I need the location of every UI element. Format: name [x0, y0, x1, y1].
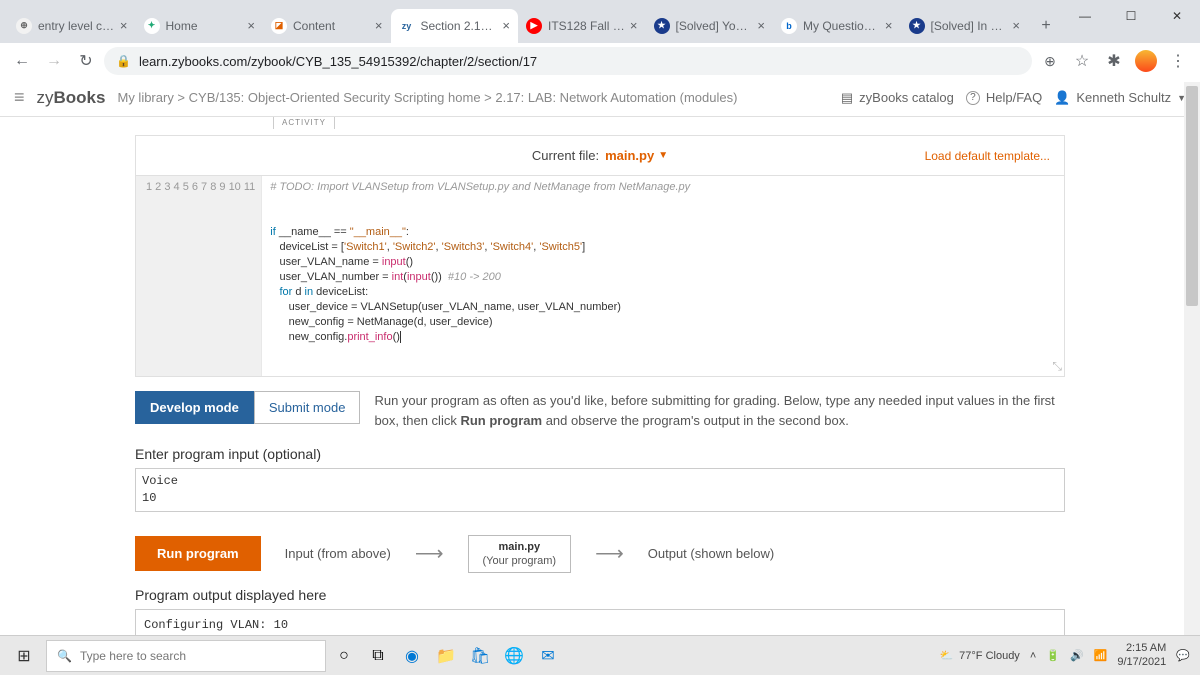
program-box: main.py (Your program) — [468, 535, 572, 574]
tab-title: Home — [166, 19, 244, 33]
current-file-label: Current file: — [532, 148, 599, 163]
new-tab-button[interactable]: + — [1032, 12, 1060, 40]
scrollbar-thumb[interactable] — [1186, 86, 1198, 306]
nav-reload[interactable]: ↻ — [72, 47, 100, 75]
favicon: ⊕ — [16, 18, 32, 34]
bookmark-icon[interactable]: ☆ — [1068, 47, 1096, 75]
chrome-icon[interactable]: 🌐 — [498, 640, 530, 672]
window-minimize[interactable]: — — [1062, 2, 1108, 30]
browser-tab[interactable]: ★ [Solved] In netwo× — [901, 9, 1029, 43]
favicon: ▶ — [526, 18, 542, 34]
taskbar-search[interactable]: 🔍Type here to search — [46, 640, 326, 672]
search-icon: 🔍 — [57, 649, 72, 663]
nav-back[interactable]: ← — [8, 47, 36, 75]
tab-title: ITS128 Fall 2020 — [548, 19, 626, 33]
lock-icon: 🔒 — [116, 54, 131, 68]
store-icon[interactable]: 🛍 — [464, 640, 496, 672]
tab-close-icon[interactable]: × — [375, 18, 383, 33]
zybooks-logo[interactable]: zyBooks — [37, 88, 106, 108]
breadcrumb[interactable]: My library > CYB/135: Object-Oriented Se… — [117, 90, 828, 105]
file-dropdown-icon[interactable]: ▼ — [658, 150, 668, 161]
battery-icon[interactable]: 🔋 — [1046, 649, 1060, 662]
line-gutter: 1 2 3 4 5 6 7 8 9 10 11 — [136, 176, 262, 376]
resize-handle[interactable]: ⤡ — [1052, 359, 1062, 374]
tab-close-icon[interactable]: × — [502, 18, 510, 33]
tab-close-icon[interactable]: × — [885, 18, 893, 33]
tab-close-icon[interactable]: × — [630, 18, 638, 33]
submit-mode-button[interactable]: Submit mode — [254, 391, 361, 424]
tab-title: Section 2.17 - CY — [421, 19, 499, 33]
edge-icon[interactable]: ◉ — [396, 640, 428, 672]
favicon: ◪ — [271, 18, 287, 34]
mode-description: Run your program as often as you'd like,… — [374, 391, 1065, 430]
clock[interactable]: 2:15 AM 9/17/2021 — [1117, 642, 1166, 668]
tab-title: Content — [293, 19, 371, 33]
activity-tab: ACTIVITY — [273, 117, 335, 129]
tray-chevron[interactable]: ˄ — [1030, 650, 1036, 662]
input-label: Enter program input (optional) — [135, 446, 1065, 462]
favicon: zy — [399, 18, 415, 34]
profile-avatar[interactable] — [1132, 47, 1160, 75]
catalog-icon: ▤ — [841, 90, 853, 106]
output-flow-label: Output (shown below) — [648, 546, 774, 561]
user-icon: 👤 — [1054, 90, 1070, 106]
arrow-icon: ⟶ — [415, 541, 444, 566]
tab-close-icon[interactable]: × — [247, 18, 255, 33]
tab-close-icon[interactable]: × — [1012, 18, 1020, 33]
current-file-name[interactable]: main.py — [605, 148, 654, 163]
weather-widget[interactable]: ⛅77°F Cloudy — [939, 649, 1019, 662]
volume-icon[interactable]: 🔊 — [1070, 649, 1084, 662]
browser-tab[interactable]: ✦ Home× — [136, 9, 264, 43]
tab-close-icon[interactable]: × — [120, 18, 128, 33]
help-link[interactable]: ?Help/FAQ — [966, 90, 1042, 105]
browser-tab[interactable]: ◪ Content × — [263, 9, 391, 43]
extensions-icon[interactable]: ✱ — [1100, 47, 1128, 75]
arrow-icon: ⟶ — [595, 541, 624, 566]
tab-title: [Solved] Your out — [676, 19, 754, 33]
address-bar[interactable]: 🔒 learn.zybooks.com/zybook/CYB_135_54915… — [104, 47, 1032, 75]
catalog-link[interactable]: ▤zyBooks catalog — [841, 90, 954, 106]
browser-tab[interactable]: zy Section 2.17 - CY× — [391, 9, 519, 43]
input-flow-label: Input (from above) — [285, 546, 391, 561]
window-maximize[interactable]: ☐ — [1108, 2, 1154, 30]
browser-tab[interactable]: ▶ ITS128 Fall 2020 × — [518, 9, 646, 43]
program-input[interactable] — [135, 468, 1065, 512]
cloud-icon: ⛅ — [939, 649, 953, 662]
browser-tab[interactable]: b My Questions | b × — [773, 9, 901, 43]
code-content[interactable]: # TODO: Import VLANSetup from VLANSetup.… — [262, 176, 1064, 376]
tab-title: entry level cyber — [38, 19, 116, 33]
favicon: ✦ — [144, 18, 160, 34]
tab-title: My Questions | b — [803, 19, 881, 33]
browser-tab[interactable]: ⊕ entry level cyber × — [8, 9, 136, 43]
cortana-icon[interactable]: ○ — [328, 640, 360, 672]
scrollbar-track[interactable] — [1184, 82, 1200, 635]
menu-icon[interactable]: ≡ — [14, 87, 25, 108]
load-template-link[interactable]: Load default template... — [925, 149, 1050, 163]
run-program-button[interactable]: Run program — [135, 536, 261, 571]
wifi-icon[interactable]: 📶 — [1094, 649, 1108, 662]
task-view-icon[interactable]: ⧉ — [362, 640, 394, 672]
zoom-icon[interactable]: ⊕ — [1036, 47, 1064, 75]
tab-close-icon[interactable]: × — [757, 18, 765, 33]
start-button[interactable]: ⊞ — [4, 636, 44, 676]
output-label: Program output displayed here — [135, 587, 1065, 603]
program-output: Configuring VLAN: 10 Connecting to: Swit… — [135, 609, 1065, 635]
window-close[interactable]: ✕ — [1154, 2, 1200, 30]
nav-forward[interactable]: → — [40, 47, 68, 75]
notifications-icon[interactable]: 💬 — [1176, 649, 1190, 662]
mail-icon[interactable]: ✉ — [532, 640, 564, 672]
user-menu[interactable]: 👤Kenneth Schultz▼ — [1054, 90, 1186, 106]
favicon: b — [781, 18, 797, 34]
explorer-icon[interactable]: 📁 — [430, 640, 462, 672]
favicon: ★ — [909, 18, 925, 34]
chrome-menu[interactable]: ⋮ — [1164, 47, 1192, 75]
develop-mode-button[interactable]: Develop mode — [135, 391, 254, 424]
code-editor[interactable]: 1 2 3 4 5 6 7 8 9 10 11 # TODO: Import V… — [136, 176, 1064, 376]
tab-title: [Solved] In netwo — [931, 19, 1009, 33]
url-text: learn.zybooks.com/zybook/CYB_135_5491539… — [139, 54, 537, 69]
browser-tab[interactable]: ★ [Solved] Your out× — [646, 9, 774, 43]
help-icon: ? — [966, 91, 980, 105]
favicon: ★ — [654, 18, 670, 34]
